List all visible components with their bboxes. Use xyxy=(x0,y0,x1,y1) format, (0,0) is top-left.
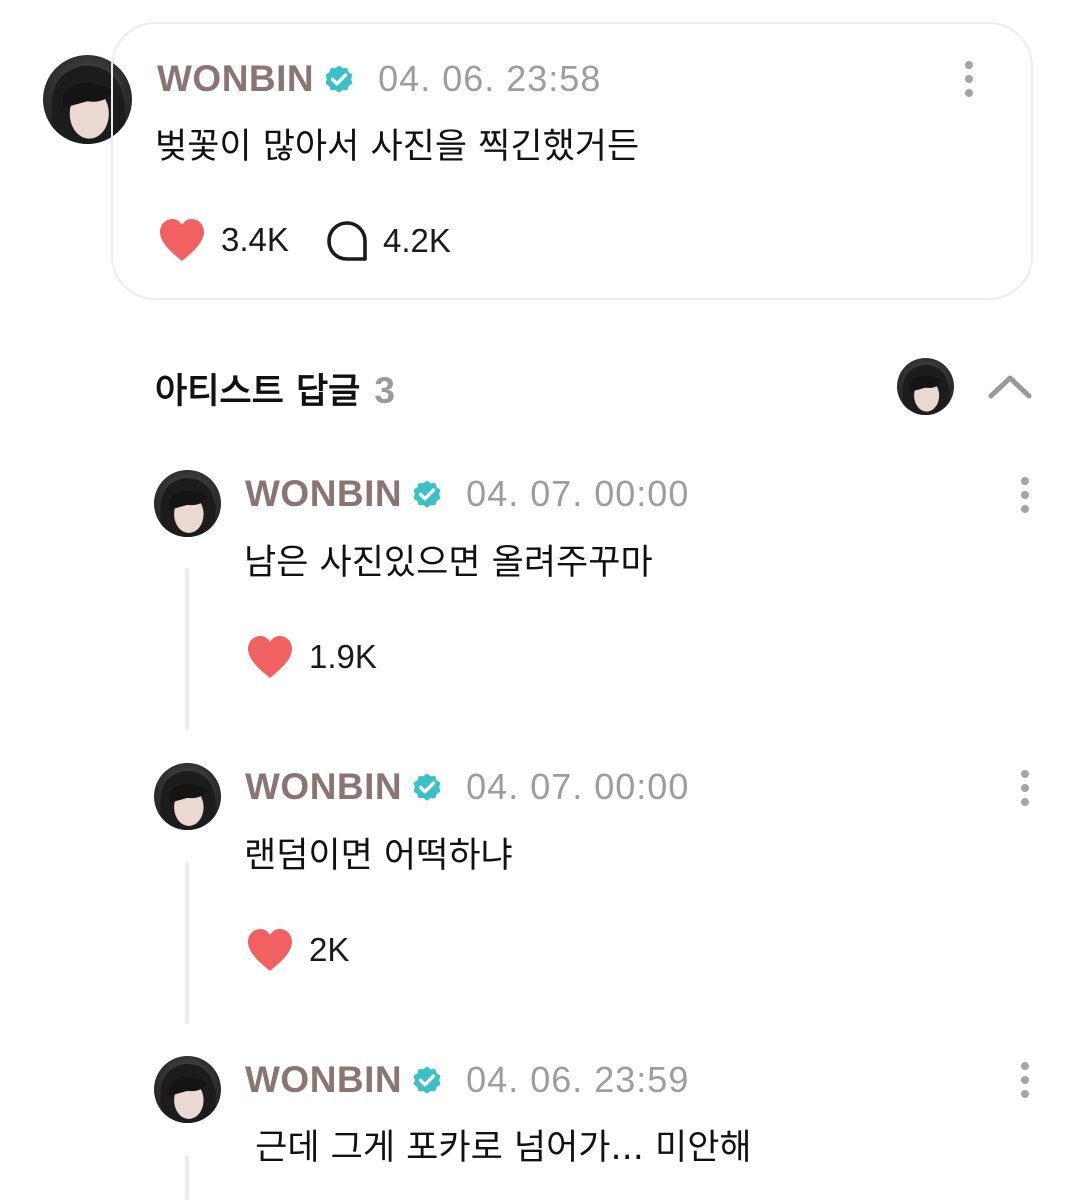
artist-replies-avatar xyxy=(897,358,954,415)
comment-bubble-icon xyxy=(325,219,369,263)
reply-like-button[interactable]: 2K xyxy=(245,927,349,973)
post-comment-count: 4.2K xyxy=(383,222,451,259)
reply-header: WONBIN 04. 07. 00:00 xyxy=(245,473,689,515)
reply-header: WONBIN 04. 06. 23:59 xyxy=(245,1059,689,1101)
chevron-up-icon[interactable] xyxy=(987,372,1033,400)
post-text: 벚꽃이 많아서 사진을 찍긴했거든 xyxy=(155,127,640,167)
post-header: WONBIN 04. 06. 23:58 xyxy=(157,58,601,100)
verified-badge-icon xyxy=(410,770,444,804)
reply-like-count: 1.9K xyxy=(309,638,377,675)
heart-icon xyxy=(245,634,295,680)
artist-replies-count: 3 xyxy=(374,370,395,411)
artist-replies-header: 아티스트 답글 3 xyxy=(155,363,395,414)
reply-author-name[interactable]: WONBIN xyxy=(245,1059,402,1101)
reply-avatar[interactable] xyxy=(154,763,221,830)
verified-badge-icon xyxy=(322,62,356,96)
post-author-name[interactable]: WONBIN xyxy=(157,58,314,100)
reply-timestamp: 04. 07. 00:00 xyxy=(466,766,690,807)
post-timestamp: 04. 06. 23:58 xyxy=(378,58,602,99)
reply-text: 근데 그게 포카로 넘어가... 미안해 xyxy=(244,1128,752,1168)
reply-timestamp: 04. 06. 23:59 xyxy=(466,1059,690,1100)
heart-icon xyxy=(245,927,295,973)
reply-avatar[interactable] xyxy=(154,470,221,537)
artist-replies-title: 아티스트 답글 xyxy=(155,372,361,412)
reply-like-button[interactable]: 1.9K xyxy=(245,634,377,680)
post-more-icon[interactable] xyxy=(962,59,976,99)
reply-like-count: 2K xyxy=(309,931,350,968)
post-like-count: 3.4K xyxy=(221,221,289,258)
post-like-button[interactable]: 3.4K xyxy=(157,217,289,263)
reply-author-name[interactable]: WONBIN xyxy=(245,766,402,808)
reply-more-icon[interactable] xyxy=(1018,1060,1032,1100)
reply-thread-line xyxy=(185,568,189,730)
reply-more-icon[interactable] xyxy=(1018,475,1032,515)
reply-thread-line xyxy=(185,862,189,1024)
reply-header: WONBIN 04. 07. 00:00 xyxy=(245,766,689,808)
verified-badge-icon xyxy=(410,477,444,511)
reply-thread-line xyxy=(185,1155,189,1200)
reply-more-icon[interactable] xyxy=(1018,768,1032,808)
reply-avatar[interactable] xyxy=(154,1056,221,1123)
verified-badge-icon xyxy=(410,1063,444,1097)
reply-text: 남은 사진있으면 올려주꾸마 xyxy=(244,543,653,583)
reply-timestamp: 04. 07. 00:00 xyxy=(466,473,690,514)
reply-author-name[interactable]: WONBIN xyxy=(245,473,402,515)
reply-text: 랜덤이면 어떡하냐 xyxy=(244,836,513,876)
post-comment-button[interactable]: 4.2K xyxy=(325,219,451,263)
heart-icon xyxy=(157,217,207,263)
